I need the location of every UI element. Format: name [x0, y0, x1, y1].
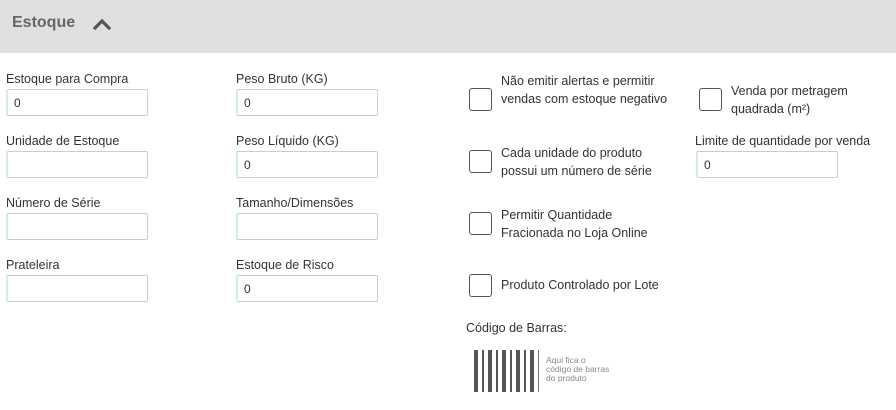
controlado-lote-checkbox[interactable]: [469, 274, 492, 297]
quantidade-fracionada-label: Permitir Quantidade Fracionada no Loja O…: [501, 208, 648, 240]
estoque-compra-input[interactable]: [6, 89, 148, 116]
peso-liquido-label: Peso Líquido (KG): [236, 134, 339, 148]
unidade-estoque-label: Unidade de Estoque: [6, 134, 120, 148]
numero-serie-label: Número de Série: [6, 196, 101, 210]
prateleira-input[interactable]: [6, 275, 148, 302]
estoque-compra-label: Estoque para Compra: [6, 72, 129, 86]
numero-serie-unidade-checkbox[interactable]: [469, 150, 492, 173]
barcode-placeholder-text: Aqui fica o código de barras do produto: [546, 355, 610, 383]
codigo-barras-label: Código de Barras:: [466, 321, 567, 335]
quantidade-fracionada-checkbox[interactable]: [469, 212, 492, 235]
peso-bruto-input[interactable]: [236, 89, 378, 116]
controlado-lote-label: Produto Controlado por Lote: [501, 278, 659, 292]
numero-serie-unidade-label: Cada unidade do produto possui um número…: [501, 146, 652, 178]
venda-metragem-checkbox[interactable]: [699, 88, 722, 111]
peso-liquido-input[interactable]: [236, 151, 378, 178]
tamanho-input[interactable]: [236, 213, 378, 240]
unidade-estoque-input[interactable]: [6, 151, 148, 178]
peso-bruto-label: Peso Bruto (KG): [236, 72, 328, 86]
nao-emitir-alertas-label: Não emitir alertas e permitir vendas com…: [501, 74, 668, 106]
tamanho-label: Tamanho/Dimensões: [236, 196, 354, 210]
chevron-up-icon[interactable]: [93, 17, 111, 31]
section-header[interactable]: Estoque: [0, 0, 896, 53]
limite-quantidade-label: Limite de quantidade por venda: [695, 134, 871, 148]
venda-metragem-label: Venda por metragem quadrada (m²): [731, 84, 848, 116]
numero-serie-input[interactable]: [6, 213, 148, 240]
section-title: Estoque: [12, 14, 76, 31]
estoque-risco-label: Estoque de Risco: [236, 258, 334, 272]
estoque-risco-input[interactable]: [236, 275, 378, 302]
prateleira-label: Prateleira: [6, 258, 60, 272]
limite-quantidade-input[interactable]: [696, 151, 838, 178]
nao-emitir-alertas-checkbox[interactable]: [469, 88, 492, 111]
